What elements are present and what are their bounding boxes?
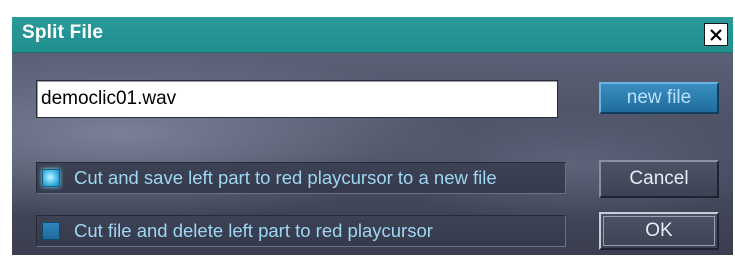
option-label: Cut and save left part to red playcursor… bbox=[74, 167, 497, 188]
close-icon bbox=[710, 28, 722, 41]
new-file-button[interactable]: new file bbox=[599, 82, 719, 114]
split-file-dialog: Split File new file Cut and save left pa… bbox=[12, 17, 733, 255]
filename-input[interactable] bbox=[36, 80, 558, 118]
ok-button[interactable]: OK bbox=[599, 212, 719, 250]
dialog-title: Split File bbox=[22, 22, 104, 43]
close-button[interactable] bbox=[704, 23, 728, 46]
option-delete-left-part[interactable]: Cut file and delete left part to red pla… bbox=[36, 215, 566, 247]
title-bar[interactable]: Split File bbox=[12, 17, 733, 53]
dialog-body: new file Cut and save left part to red p… bbox=[12, 53, 733, 255]
cancel-button[interactable]: Cancel bbox=[599, 160, 719, 198]
option-save-left-part[interactable]: Cut and save left part to red playcursor… bbox=[36, 162, 566, 194]
radio-unselected-icon[interactable] bbox=[42, 222, 60, 240]
radio-selected-icon[interactable] bbox=[42, 169, 60, 187]
option-label: Cut file and delete left part to red pla… bbox=[74, 220, 433, 241]
